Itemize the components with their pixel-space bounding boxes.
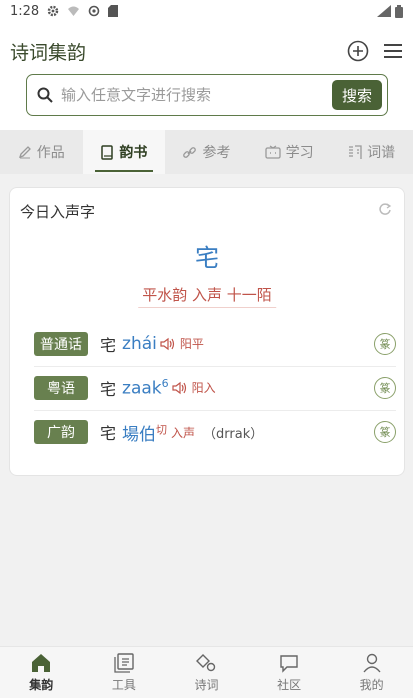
pronunciation-char: 宅: [100, 424, 117, 443]
pronunciation-tag: 普通话: [34, 331, 88, 356]
gear-icon: [47, 5, 59, 17]
featured-character[interactable]: 宅: [10, 238, 404, 273]
refresh-icon[interactable]: [378, 202, 392, 216]
nav-label: 诗词: [194, 677, 219, 692]
book-icon: [101, 144, 114, 160]
tone-number: 6: [161, 376, 169, 390]
sd-card-icon: [108, 5, 119, 17]
app-header: 诗词集韵: [0, 22, 413, 80]
nav-community[interactable]: 社区: [248, 647, 331, 698]
nav-label: 社区: [277, 677, 302, 692]
link-icon: [183, 146, 197, 158]
home-icon: [32, 653, 51, 672]
pinyin-text: zhái: [122, 333, 157, 354]
status-time: 1:28: [10, 3, 40, 19]
tab-reference[interactable]: 参考: [165, 130, 248, 174]
tone-label: 阳入: [191, 381, 216, 395]
speaker-icon[interactable]: [172, 381, 188, 395]
app-title: 诗词集韵: [10, 41, 87, 64]
pronunciation-row: 普通话 宅 zhái 阳平 篆: [34, 321, 396, 367]
chat-icon: [280, 654, 298, 673]
tab-study[interactable]: 学习: [248, 130, 331, 174]
tab-label: 学习: [285, 145, 314, 161]
nav-tools[interactable]: 工具: [83, 647, 166, 698]
tab-works[interactable]: 作品: [0, 130, 83, 174]
tab-bar: 作品 韵书 参考 学习 词谱: [0, 130, 413, 174]
nav-label: 我的: [359, 677, 384, 692]
seal-icon[interactable]: 篆: [374, 421, 396, 443]
tab-label: 参考: [202, 145, 231, 161]
ci-icon: [349, 144, 362, 159]
library-icon: [114, 652, 134, 673]
speaker-icon[interactable]: [160, 337, 176, 351]
pronunciation-value: zaak6: [122, 377, 169, 399]
seal-icon[interactable]: 篆: [374, 376, 396, 399]
pronunciation-value: zhái: [122, 334, 157, 354]
tab-ci-pu[interactable]: 词谱: [330, 130, 413, 174]
signal-icon: [377, 5, 391, 17]
nav-me[interactable]: 我的: [330, 647, 413, 698]
pronunciation-char: 宅: [100, 335, 117, 355]
battery-icon: [395, 4, 403, 18]
nav-poetry[interactable]: 诗词: [165, 647, 248, 698]
tab-label: 作品: [36, 145, 65, 161]
fanqie-text: 場伯: [122, 424, 157, 445]
data-saver-icon: [88, 5, 100, 17]
tab-label: 词谱: [367, 145, 396, 161]
menu-icon[interactable]: [383, 43, 403, 59]
reconstruction-text: （drrak）: [203, 426, 264, 442]
shapes-icon: [196, 653, 216, 671]
tv-icon: [264, 145, 281, 159]
pronunciation-tag: 广韵: [34, 420, 88, 444]
pronunciation-char: 宅: [100, 379, 117, 399]
nav-label: 集韵: [29, 677, 54, 692]
pen-icon: [18, 146, 31, 159]
status-bar: 1:28: [0, 0, 413, 22]
search-input[interactable]: [53, 86, 332, 104]
status-right: [377, 4, 403, 18]
search-icon: [37, 87, 53, 103]
daily-character-card: 今日入声字 宅 平水韵 入声 十一陌 普通话 宅 zhái 阳平 篆 粤语 宅 …: [9, 187, 405, 476]
bottom-nav: 集韵 工具 诗词 社区 我的: [0, 646, 413, 698]
search-box: 搜索: [26, 74, 388, 116]
tone-label: 阳平: [179, 337, 204, 351]
tab-rhyme-book[interactable]: 韵书: [82, 130, 166, 174]
status-icons: [47, 5, 119, 17]
pronunciation-value[interactable]: 場伯切: [122, 420, 167, 445]
header-actions: [347, 40, 403, 62]
pronunciation-row: 广韵 宅 場伯切 入声 （drrak） 篆: [34, 409, 396, 455]
search-section: 搜索: [0, 74, 413, 130]
wifi-icon: [68, 6, 80, 16]
rhyme-category[interactable]: 平水韵 入声 十一陌: [138, 282, 276, 308]
pronunciation-tag: 粤语: [34, 375, 88, 400]
tab-label: 韵书: [119, 145, 148, 161]
card-title: 今日入声字: [20, 203, 96, 221]
nav-label: 工具: [111, 677, 136, 692]
person-icon: [363, 653, 381, 672]
fanqie-suffix: 切: [156, 422, 168, 436]
pronunciation-row: 粤语 宅 zaak6 阳入 篆: [34, 365, 396, 411]
search-button[interactable]: 搜索: [332, 80, 382, 110]
nav-jiyun[interactable]: 集韵: [0, 647, 83, 698]
seal-icon[interactable]: 篆: [374, 332, 396, 355]
tone-label: 入声: [171, 425, 196, 440]
jyutping-text: zaak: [122, 378, 162, 399]
add-circle-icon[interactable]: [347, 40, 369, 62]
